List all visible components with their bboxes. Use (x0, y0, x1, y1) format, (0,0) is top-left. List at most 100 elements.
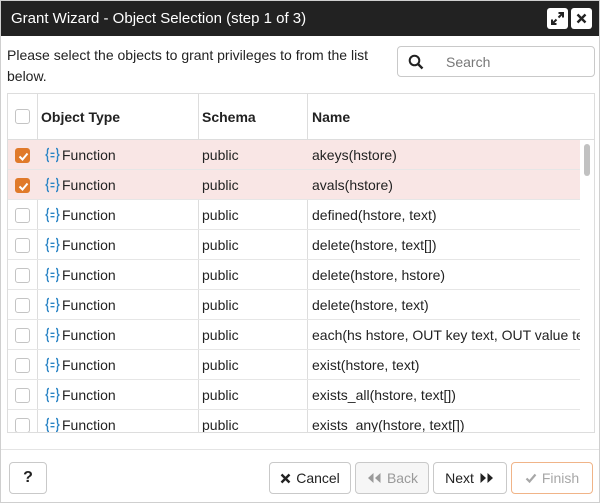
row-checkbox[interactable] (15, 148, 30, 163)
x-icon (280, 473, 291, 483)
double-chevron-right-icon (480, 473, 493, 483)
dialog-title: Grant Wizard - Object Selection (step 1 … (11, 10, 307, 27)
row-checkbox[interactable] (15, 358, 30, 373)
object-type-cell: Function (44, 290, 199, 320)
function-icon (45, 237, 60, 253)
object-type-cell: Function (44, 140, 199, 170)
column-header-name[interactable]: Name (312, 94, 350, 140)
schema-cell: public (202, 267, 239, 283)
instructions-text: Please select the objects to grant privi… (7, 47, 369, 84)
row-checkbox[interactable] (15, 268, 30, 283)
object-type-label: Function (62, 417, 116, 433)
table-row[interactable]: Function public exists_any(hstore, text[… (8, 410, 580, 433)
function-icon (45, 297, 60, 313)
row-checkbox[interactable] (15, 208, 30, 223)
object-type-cell: Function (44, 230, 199, 260)
cancel-label: Cancel (296, 470, 340, 486)
table-row[interactable]: Function public avals(hstore) (8, 170, 580, 200)
check-icon (525, 473, 537, 483)
header-select-all-cell (8, 94, 37, 140)
row-select-cell (8, 380, 37, 410)
function-icon (45, 147, 60, 163)
name-cell: each(hs hstore, OUT key text, OUT value … (312, 327, 580, 343)
grant-wizard-dialog: Grant Wizard - Object Selection (step 1 … (0, 0, 600, 503)
row-select-cell (8, 290, 37, 320)
checkmark-icon (18, 152, 29, 161)
name-cell: akeys(hstore) (312, 147, 397, 163)
footer-divider (1, 449, 599, 450)
object-type-label: Function (62, 207, 116, 223)
schema-cell: public (202, 297, 239, 313)
table-row[interactable]: Function public each(hs hstore, OUT key … (8, 320, 580, 350)
object-type-label: Function (62, 177, 116, 193)
search-icon (408, 54, 424, 70)
name-cell: exists_any(hstore, text[]) (312, 417, 465, 433)
row-checkbox[interactable] (15, 238, 30, 253)
row-checkbox[interactable] (15, 418, 30, 432)
row-select-cell (8, 140, 37, 170)
table-row[interactable]: Function public delete(hstore, hstore) (8, 260, 580, 290)
table-scrollbar[interactable] (580, 140, 594, 432)
close-button[interactable] (571, 8, 592, 29)
maximize-button[interactable] (547, 8, 568, 29)
select-all-checkbox[interactable] (15, 109, 30, 124)
schema-cell: public (202, 147, 239, 163)
function-icon (45, 357, 60, 373)
next-button[interactable]: Next (433, 462, 507, 494)
schema-cell: public (202, 417, 239, 433)
title-bar[interactable]: Grant Wizard - Object Selection (step 1 … (1, 1, 599, 36)
help-label: ? (23, 469, 33, 486)
row-checkbox[interactable] (15, 388, 30, 403)
object-type-label: Function (62, 267, 116, 283)
object-type-cell: Function (44, 200, 199, 230)
search-box[interactable] (397, 46, 595, 77)
close-icon (576, 13, 587, 24)
schema-cell: public (202, 387, 239, 403)
schema-cell: public (202, 237, 239, 253)
row-select-cell (8, 260, 37, 290)
object-type-cell: Function (44, 320, 199, 350)
row-select-cell (8, 350, 37, 380)
function-icon (45, 327, 60, 343)
scrollbar-thumb[interactable] (584, 144, 590, 176)
help-button[interactable]: ? (9, 462, 47, 494)
table-row[interactable]: Function public delete(hstore, text[]) (8, 230, 580, 260)
finish-button[interactable]: Finish (511, 462, 593, 494)
function-icon (45, 177, 60, 193)
name-cell: exists_all(hstore, text[]) (312, 387, 456, 403)
row-checkbox[interactable] (15, 178, 30, 193)
double-chevron-left-icon (367, 473, 381, 483)
row-select-cell (8, 200, 37, 230)
table-body: Function public akeys(hstore) Function p… (8, 140, 580, 433)
table-row[interactable]: Function public akeys(hstore) (8, 140, 580, 170)
schema-cell: public (202, 357, 239, 373)
function-icon (45, 207, 60, 223)
object-type-cell: Function (44, 380, 199, 410)
row-checkbox[interactable] (15, 298, 30, 313)
object-type-cell: Function (44, 410, 199, 433)
schema-cell: public (202, 327, 239, 343)
search-input[interactable] (438, 48, 588, 75)
table-row[interactable]: Function public defined(hstore, text) (8, 200, 580, 230)
cancel-button[interactable]: Cancel (269, 462, 351, 494)
name-cell: avals(hstore) (312, 177, 393, 193)
object-type-label: Function (62, 147, 116, 163)
table-header: Object Type Schema Name (8, 94, 594, 140)
table-row[interactable]: Function public exists_all(hstore, text[… (8, 380, 580, 410)
row-checkbox[interactable] (15, 328, 30, 343)
column-header-object-type[interactable]: Object Type (41, 94, 120, 140)
table-row[interactable]: Function public exist(hstore, text) (8, 350, 580, 380)
checkmark-icon (18, 182, 29, 191)
object-type-label: Function (62, 297, 116, 313)
object-type-label: Function (62, 327, 116, 343)
table-row[interactable]: Function public delete(hstore, text) (8, 290, 580, 320)
row-select-cell (8, 230, 37, 260)
name-cell: delete(hstore, hstore) (312, 267, 446, 283)
object-type-cell: Function (44, 350, 199, 380)
row-select-cell (8, 320, 37, 350)
function-icon (45, 267, 60, 283)
object-type-label: Function (62, 357, 116, 373)
column-header-schema[interactable]: Schema (202, 94, 256, 140)
expand-icon (551, 12, 564, 25)
back-button[interactable]: Back (355, 462, 429, 494)
